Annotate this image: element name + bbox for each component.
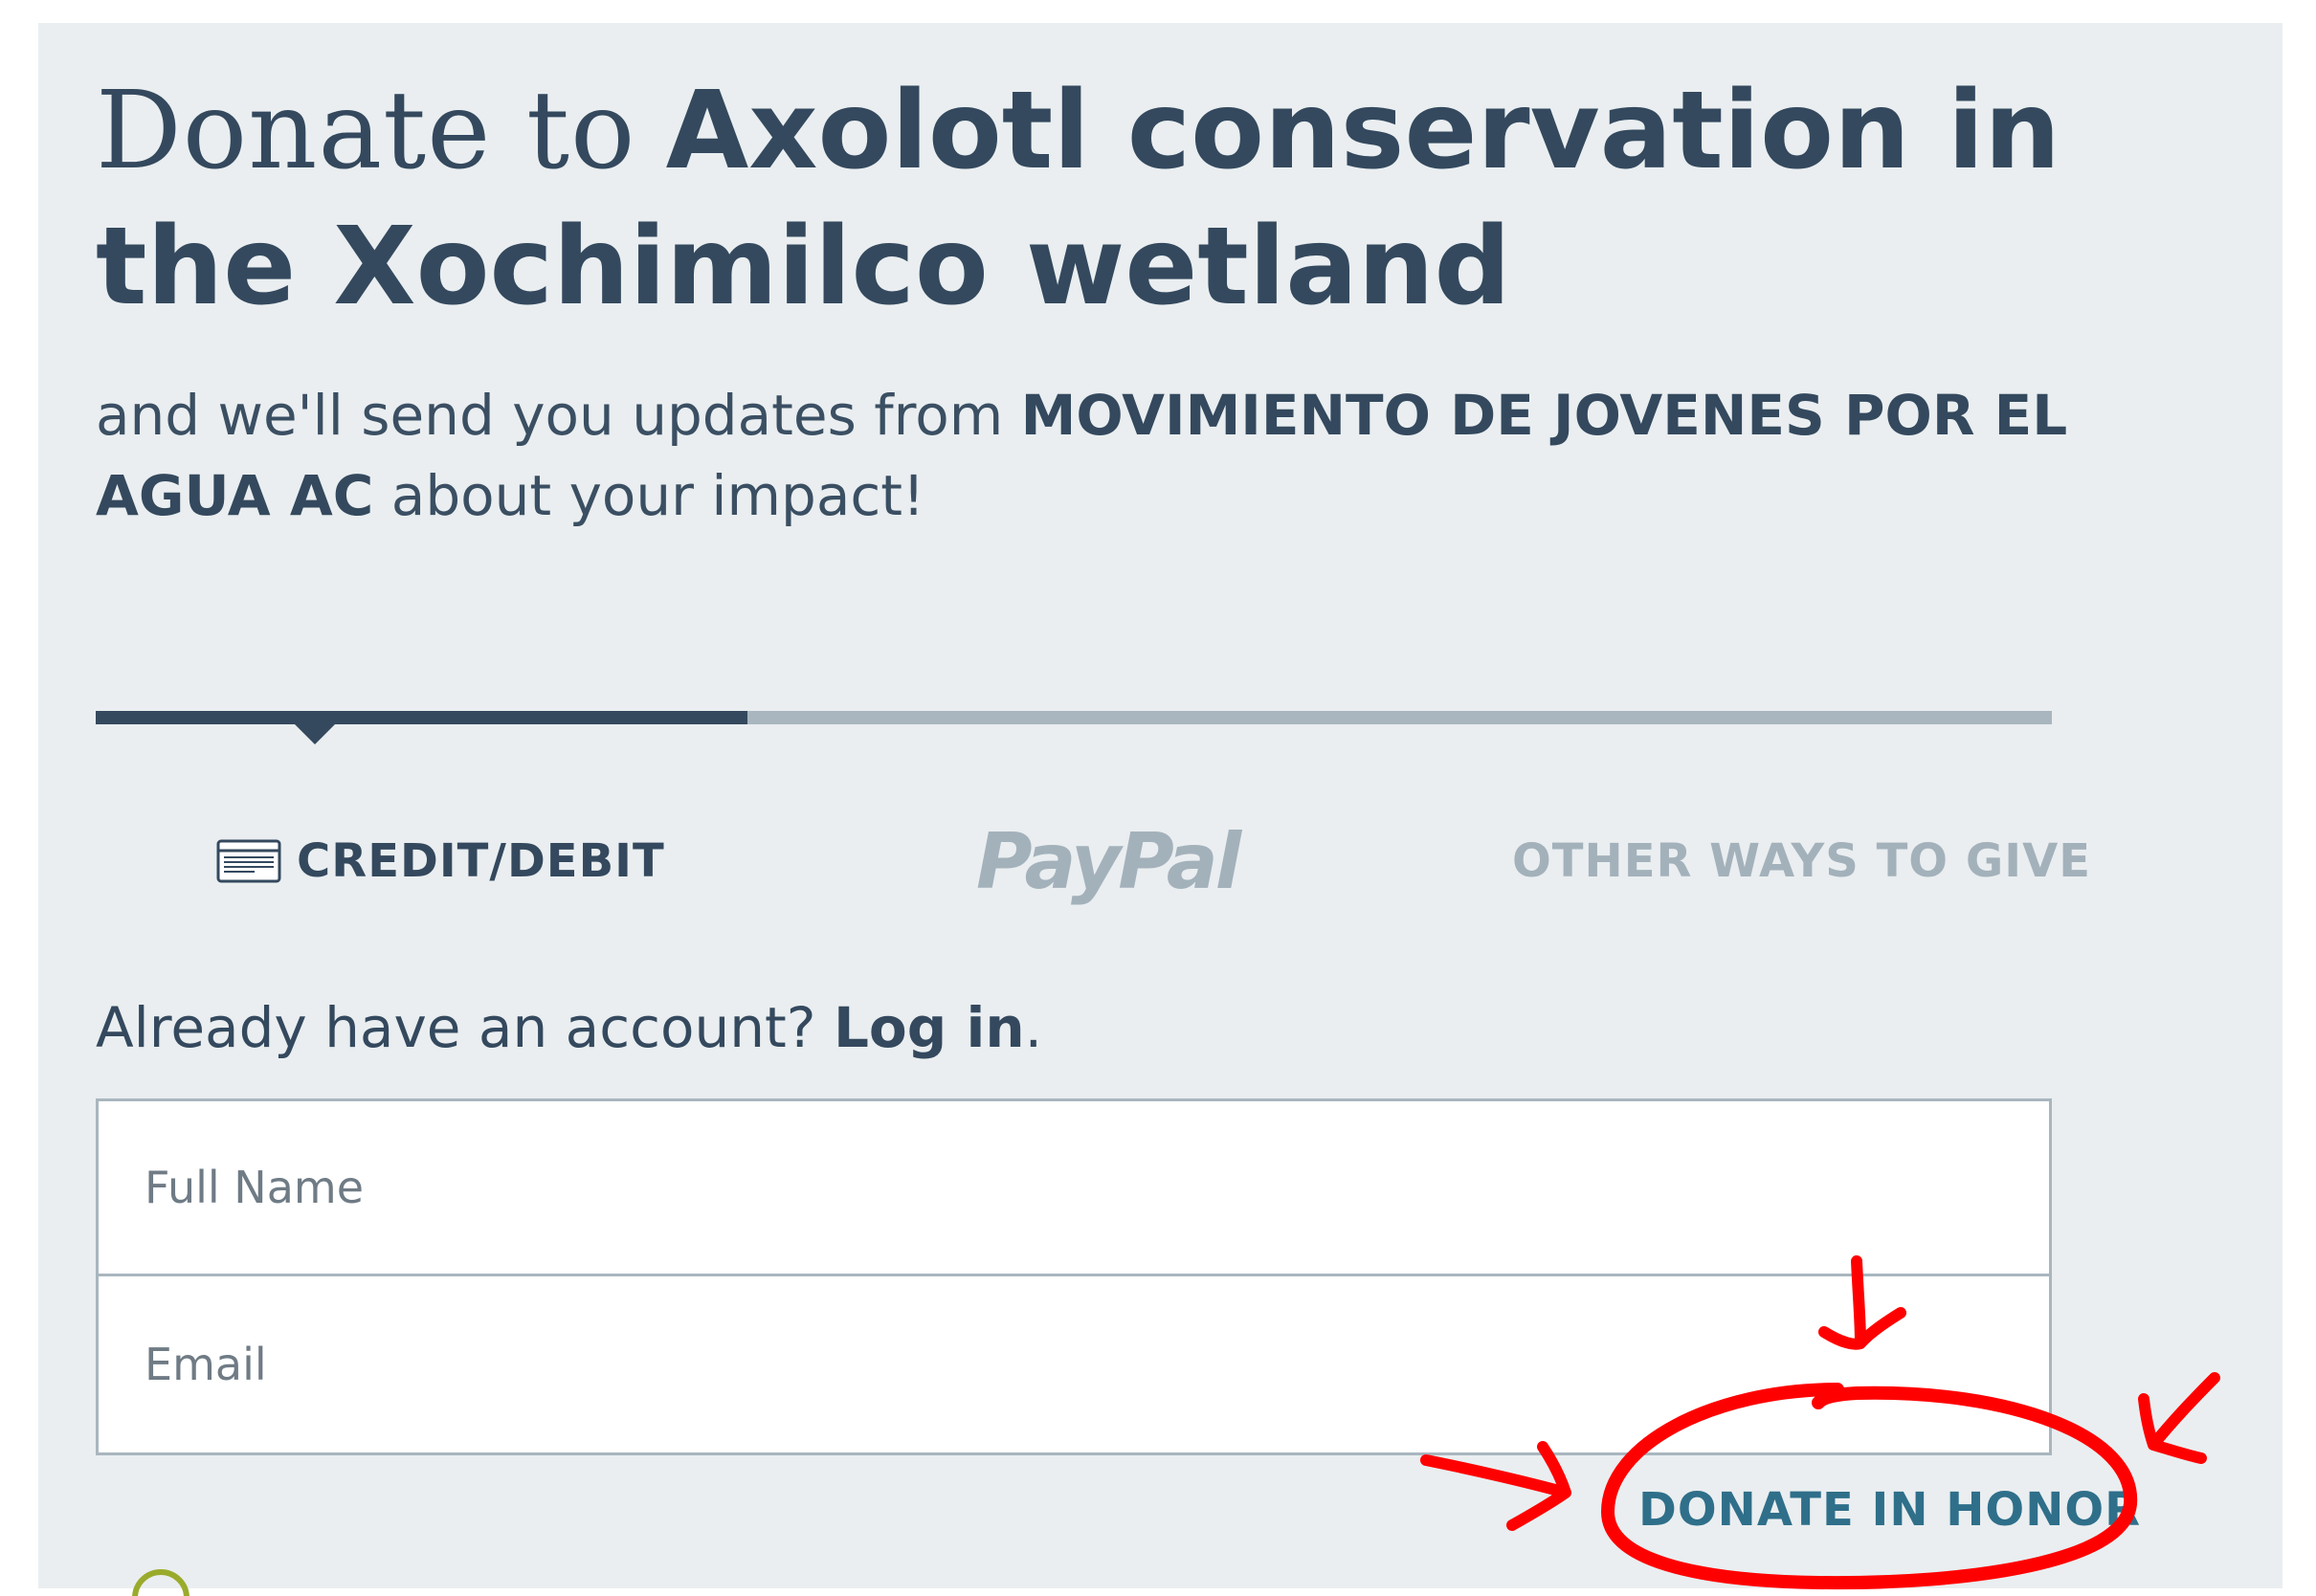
step-progress-fill	[96, 711, 747, 724]
page-subtitle: and we'll send you updates from MOVIMIEN…	[96, 375, 2125, 536]
login-link[interactable]: Log in	[834, 995, 1025, 1060]
subtitle-pre: and we'll send you updates from	[96, 383, 1004, 448]
full-name-input[interactable]	[99, 1101, 2049, 1274]
subtitle-post: about your impact!	[390, 463, 925, 528]
paypal-logo: PayPal	[976, 816, 1241, 906]
page-title: Donate to Axolotl conservation in the Xo…	[96, 63, 2153, 335]
title-lead: Donate to	[96, 69, 636, 193]
step-progress-bar	[96, 711, 2052, 724]
tab-other-ways-label: OTHER WAYS TO GIVE	[1512, 834, 2092, 888]
login-prompt-text: Already have an account?	[96, 995, 816, 1060]
credit-card-icon	[216, 839, 281, 883]
active-step-pointer	[294, 723, 336, 744]
full-name-field-wrapper	[96, 1098, 2052, 1276]
email-input[interactable]	[99, 1276, 2049, 1452]
email-field-wrapper	[96, 1276, 2052, 1455]
tab-credit-debit-label: CREDIT/DEBIT	[297, 834, 665, 888]
tab-credit-debit[interactable]: CREDIT/DEBIT	[216, 823, 665, 899]
tab-paypal[interactable]: PayPal	[976, 817, 1241, 906]
login-prompt: Already have an account? Log in.	[96, 991, 1042, 1064]
login-suffix: .	[1024, 995, 1043, 1060]
tab-other-ways-to-give[interactable]: OTHER WAYS TO GIVE	[1512, 823, 2091, 899]
donate-in-honor-link[interactable]: DONATE IN HONOR	[1638, 1483, 2141, 1537]
